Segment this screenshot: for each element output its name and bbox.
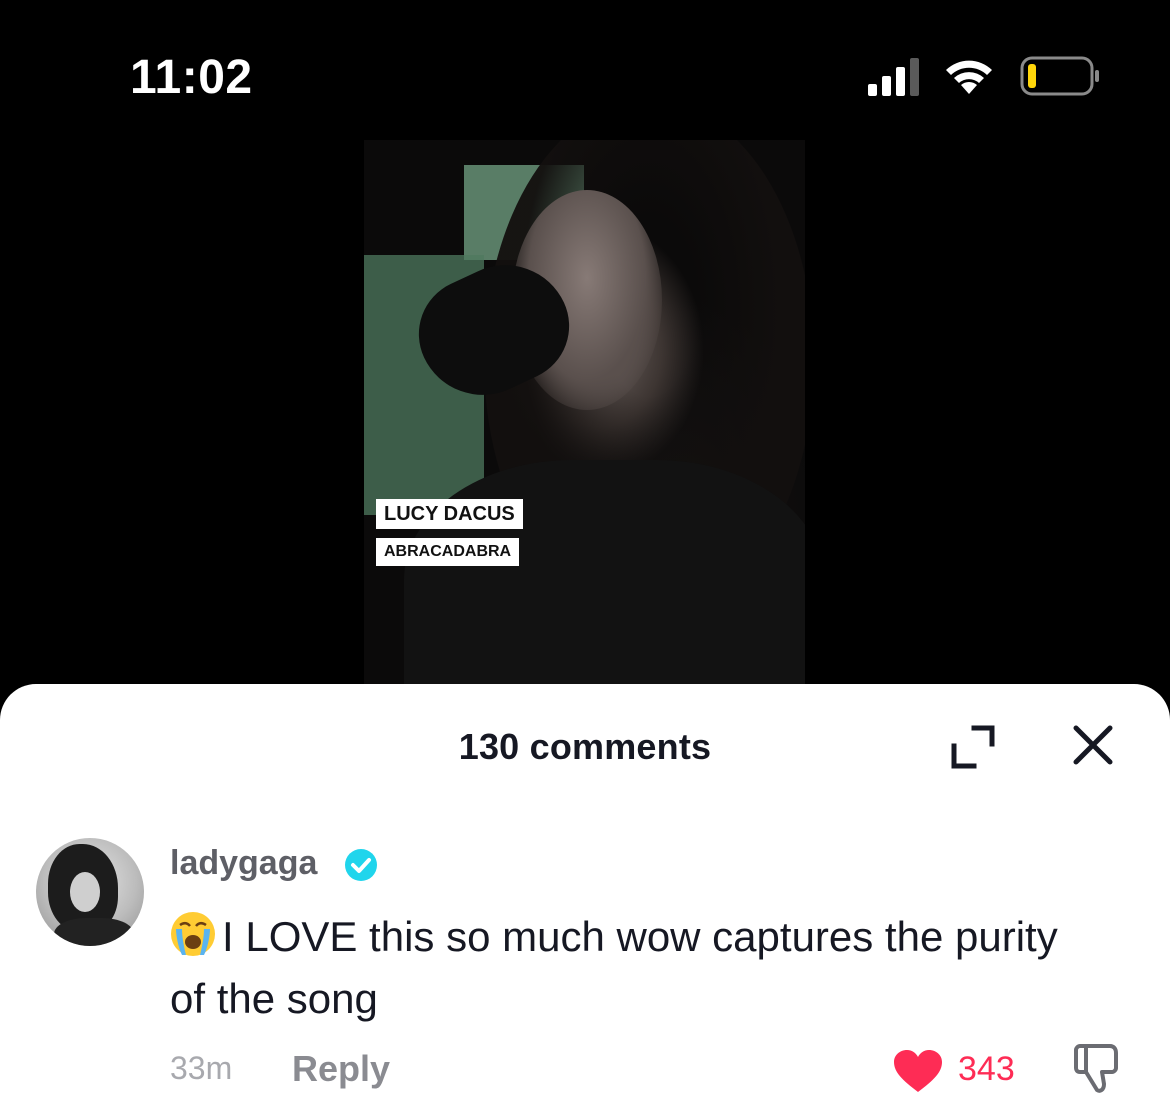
heart-icon[interactable] — [892, 1048, 944, 1094]
expand-icon[interactable] — [944, 722, 1000, 772]
comment-username[interactable]: ladygaga — [170, 844, 317, 883]
crying-face-emoji — [171, 912, 215, 956]
video-player[interactable] — [364, 140, 805, 710]
comment-text-block: I LOVE this so much wow captures the pur… — [170, 906, 1100, 1030]
video-subject-coat — [404, 460, 805, 710]
status-time: 11:02 — [130, 51, 253, 104]
avatar-face — [70, 872, 100, 912]
close-icon[interactable] — [1070, 722, 1116, 768]
dislike-icon[interactable] — [1072, 1040, 1124, 1096]
video-overlay-song: ABRACADABRA — [376, 538, 520, 566]
comment-timestamp: 33m — [170, 1050, 233, 1086]
comment-text: I LOVE this so much wow captures the pur… — [170, 913, 1058, 1022]
like-count: 343 — [958, 1050, 1015, 1088]
avatar[interactable] — [36, 838, 144, 946]
signal-icon — [868, 58, 919, 96]
video-overlay-artist: LUCY DACUS — [376, 499, 523, 529]
wifi-icon — [946, 60, 992, 94]
verified-badge-icon — [345, 849, 377, 881]
comments-sheet: 130 comments ladygaga I LOVE this so muc… — [0, 684, 1170, 1120]
reply-button[interactable]: Reply — [292, 1048, 390, 1090]
battery-icon — [1020, 56, 1099, 96]
avatar-body — [54, 918, 134, 946]
